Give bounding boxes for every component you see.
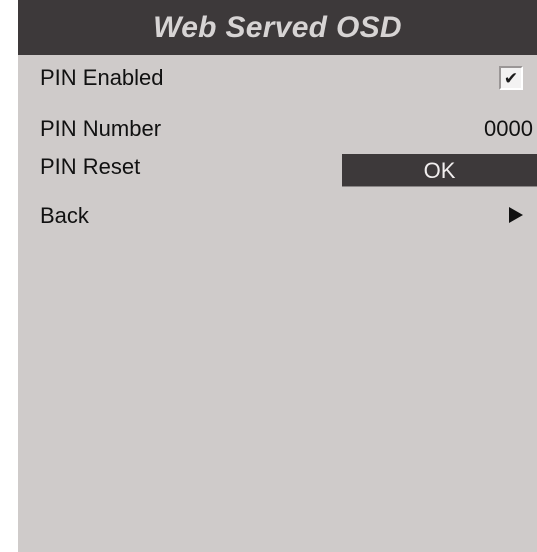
pin-number-value[interactable]: 0000 [484, 116, 533, 142]
checkmark-icon: ✔ [503, 68, 519, 88]
menu-title: Web Served OSD [153, 10, 402, 44]
pin-reset-label: PIN Reset [40, 154, 141, 179]
title-bar: Web Served OSD [18, 0, 537, 55]
play-arrow-icon[interactable] [509, 207, 523, 223]
pin-reset-ok-button[interactable]: OK [342, 154, 537, 187]
pin-number-label: PIN Number [40, 116, 162, 141]
menu-item-pin-number[interactable]: PIN Number 0000 [18, 112, 537, 146]
pin-enabled-label: PIN Enabled [40, 65, 164, 90]
menu-item-back[interactable]: Back [18, 199, 537, 233]
osd-menu-panel: Web Served OSD PIN Enabled ✔ PIN Number … [18, 0, 537, 552]
pin-enabled-checkbox[interactable]: ✔ [499, 66, 523, 90]
menu-item-pin-enabled[interactable]: PIN Enabled ✔ [18, 61, 537, 95]
back-label: Back [40, 203, 89, 228]
